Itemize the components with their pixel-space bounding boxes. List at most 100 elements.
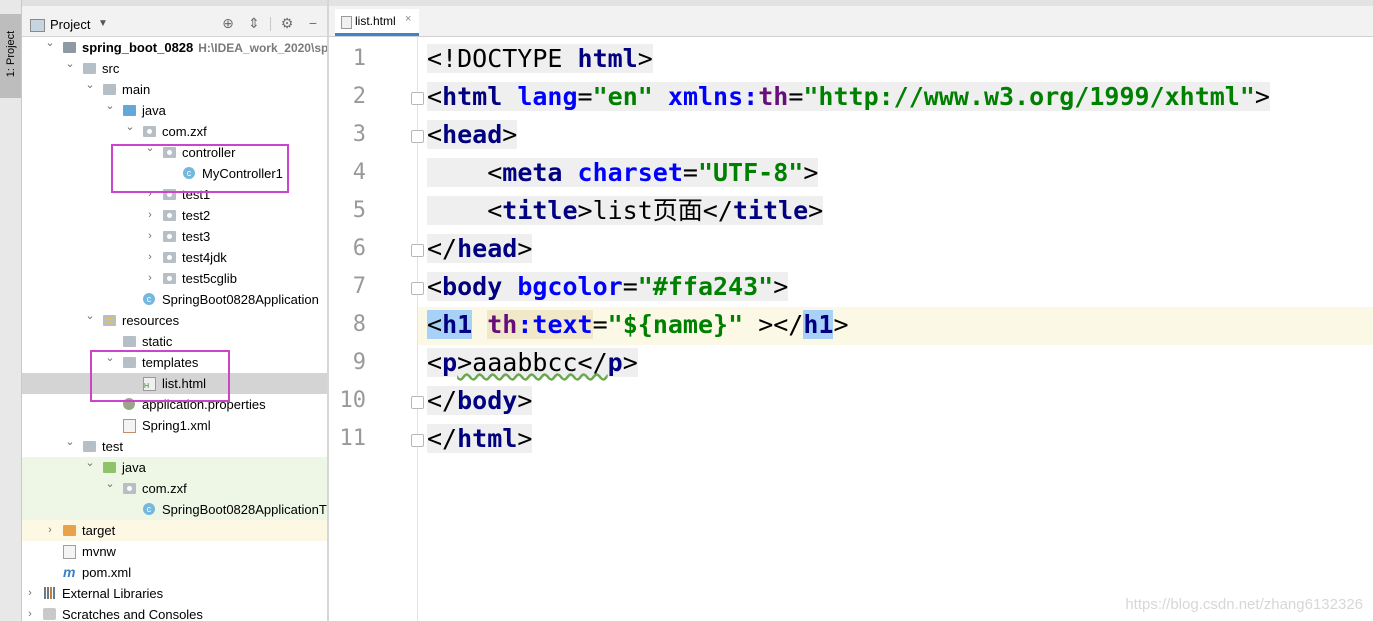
fold-marker-icon[interactable] <box>411 396 424 409</box>
watermark: https://blog.csdn.net/zhang6132326 <box>1125 596 1363 613</box>
class-icon: c <box>143 503 155 515</box>
tree-item[interactable]: c SpringBoot0828Application <box>22 289 327 310</box>
fold-marker-icon[interactable] <box>411 434 424 447</box>
chevron-right-icon[interactable]: › <box>145 268 155 289</box>
chevron-down-icon[interactable]: ⌄ <box>65 432 75 453</box>
tree-item[interactable]: ⌄ com.zxf <box>22 121 327 142</box>
code-line[interactable]: <html lang="en" xmlns:th="http://www.w3.… <box>427 78 1270 116</box>
tree-item-label: resources <box>122 313 180 328</box>
code-line[interactable]: </html> <box>427 420 533 458</box>
fold-marker-icon[interactable] <box>411 282 424 295</box>
tree-item[interactable]: mvnw <box>22 541 327 562</box>
tree-item-label: com.zxf <box>162 124 207 139</box>
code-token: "http://www.w3.org/1999/xhtml" <box>803 82 1255 111</box>
code-line[interactable]: </body> <box>427 382 533 420</box>
project-view-selector[interactable]: Project <box>50 17 90 32</box>
code-line[interactable]: <title>list页面</title> <box>427 192 824 230</box>
project-panel: Project ▼ ⊕ ⇕ ⚙ − ⌄ spring_boot_0828 H:\ID… <box>22 0 327 621</box>
fold-marker-icon[interactable] <box>411 92 424 105</box>
source-folder-icon <box>123 105 136 116</box>
tree-item[interactable]: › test4jdk <box>22 247 327 268</box>
collapse-all-icon[interactable]: ⇕ <box>246 15 262 31</box>
code-line[interactable]: </head> <box>427 230 533 268</box>
project-panel-header: Project ▼ ⊕ ⇕ ⚙ − <box>22 0 327 37</box>
header-divider <box>270 17 271 31</box>
resources-folder-icon <box>103 315 116 326</box>
chevron-down-icon[interactable]: ⌄ <box>105 96 115 117</box>
navigation-strip <box>329 0 1373 6</box>
chevron-down-icon[interactable]: ⌄ <box>85 453 95 474</box>
tree-item-label: pom.xml <box>82 565 132 580</box>
code-token: html <box>442 82 518 111</box>
chevron-right-icon[interactable]: › <box>145 205 155 226</box>
fold-marker-icon[interactable] <box>411 244 424 257</box>
tree-item[interactable]: ⌄ resources <box>22 310 327 331</box>
tree-item[interactable]: c SpringBoot0828ApplicationT <box>22 499 327 520</box>
code-line[interactable]: <h1 th:text="${name}" ></h1> <box>427 306 849 344</box>
line-number: 1 <box>352 46 366 71</box>
tree-item[interactable]: › test5cglib <box>22 268 327 289</box>
tree-item[interactable]: › Scratches and Consoles <box>22 604 327 621</box>
tool-window-strip: 1: Project <box>0 0 22 621</box>
tree-item[interactable]: › test2 <box>22 205 327 226</box>
class-icon: c <box>143 293 155 305</box>
templates-highlight-box <box>90 350 230 402</box>
line-number-gutter: 1 2 3 4 5 6 7 8 9 10 11 <box>329 37 444 621</box>
chevron-right-icon[interactable]: › <box>145 247 155 268</box>
chevron-right-icon[interactable]: › <box>145 226 155 247</box>
chevron-down-icon[interactable]: ⌄ <box>125 117 135 138</box>
tree-item[interactable]: ⌄ java <box>22 457 327 478</box>
tree-item[interactable]: ⌄ com.zxf <box>22 478 327 499</box>
code-line[interactable]: <p>aaabbcc</p> <box>427 344 638 382</box>
tree-item-label: mvnw <box>82 544 116 559</box>
tree-item[interactable]: ⌄ main <box>22 79 327 100</box>
code-token: < <box>427 310 443 339</box>
gear-icon[interactable]: ⚙ <box>279 15 295 31</box>
code-token: > <box>517 424 533 453</box>
chevron-down-icon[interactable]: ⌄ <box>85 75 95 96</box>
code-token: html <box>577 44 638 73</box>
chevron-down-icon[interactable]: ▼ <box>98 18 108 29</box>
tree-item[interactable]: m pom.xml <box>22 562 327 583</box>
tree-item[interactable]: › External Libraries <box>22 583 327 604</box>
code-token: th <box>758 82 789 111</box>
folder-icon <box>123 336 136 347</box>
line-number: 3 <box>352 122 366 147</box>
chevron-down-icon[interactable]: ⌄ <box>85 306 95 327</box>
project-tool-button[interactable]: 1: Project <box>0 14 21 98</box>
code-token: <!DOCTYPE <box>427 44 578 73</box>
chevron-right-icon[interactable]: › <box>45 520 55 541</box>
code-token: bgcolor <box>517 272 623 301</box>
tree-item[interactable]: ⌄ src <box>22 58 327 79</box>
hide-panel-icon[interactable]: − <box>305 15 321 31</box>
code-token: head <box>457 234 518 263</box>
code-line[interactable]: <meta charset="UTF-8"> <box>427 154 819 192</box>
code-token: < <box>427 196 503 225</box>
code-token: > <box>773 272 789 301</box>
chevron-down-icon[interactable]: ⌄ <box>45 33 55 54</box>
tree-item[interactable]: › test3 <box>22 226 327 247</box>
chevron-right-icon[interactable]: › <box>25 583 35 604</box>
tree-item[interactable]: static <box>22 331 327 352</box>
tab-list-html[interactable]: list.html × <box>335 9 419 36</box>
code-line[interactable]: <!DOCTYPE html> <box>427 40 653 78</box>
code-line[interactable]: <head> <box>427 116 518 154</box>
tree-item[interactable]: › target <box>22 520 327 541</box>
code-line[interactable]: <body bgcolor="#ffa243"> <box>427 268 789 306</box>
chevron-down-icon[interactable]: ⌄ <box>65 54 75 75</box>
code-token: = <box>788 82 804 111</box>
line-number: 10 <box>339 388 367 413</box>
code-token: < <box>427 82 443 111</box>
package-icon <box>123 483 136 494</box>
folder-icon <box>103 84 116 95</box>
close-icon[interactable]: × <box>405 13 411 25</box>
chevron-down-icon[interactable]: ⌄ <box>105 474 115 495</box>
fold-marker-icon[interactable] <box>411 130 424 143</box>
test-folder-icon <box>103 462 116 473</box>
tree-item[interactable]: ⌄ java <box>22 100 327 121</box>
locate-icon[interactable]: ⊕ <box>220 15 236 31</box>
tree-item[interactable]: ⌄ test <box>22 436 327 457</box>
code-token: p <box>607 348 623 377</box>
chevron-right-icon[interactable]: › <box>25 604 35 621</box>
